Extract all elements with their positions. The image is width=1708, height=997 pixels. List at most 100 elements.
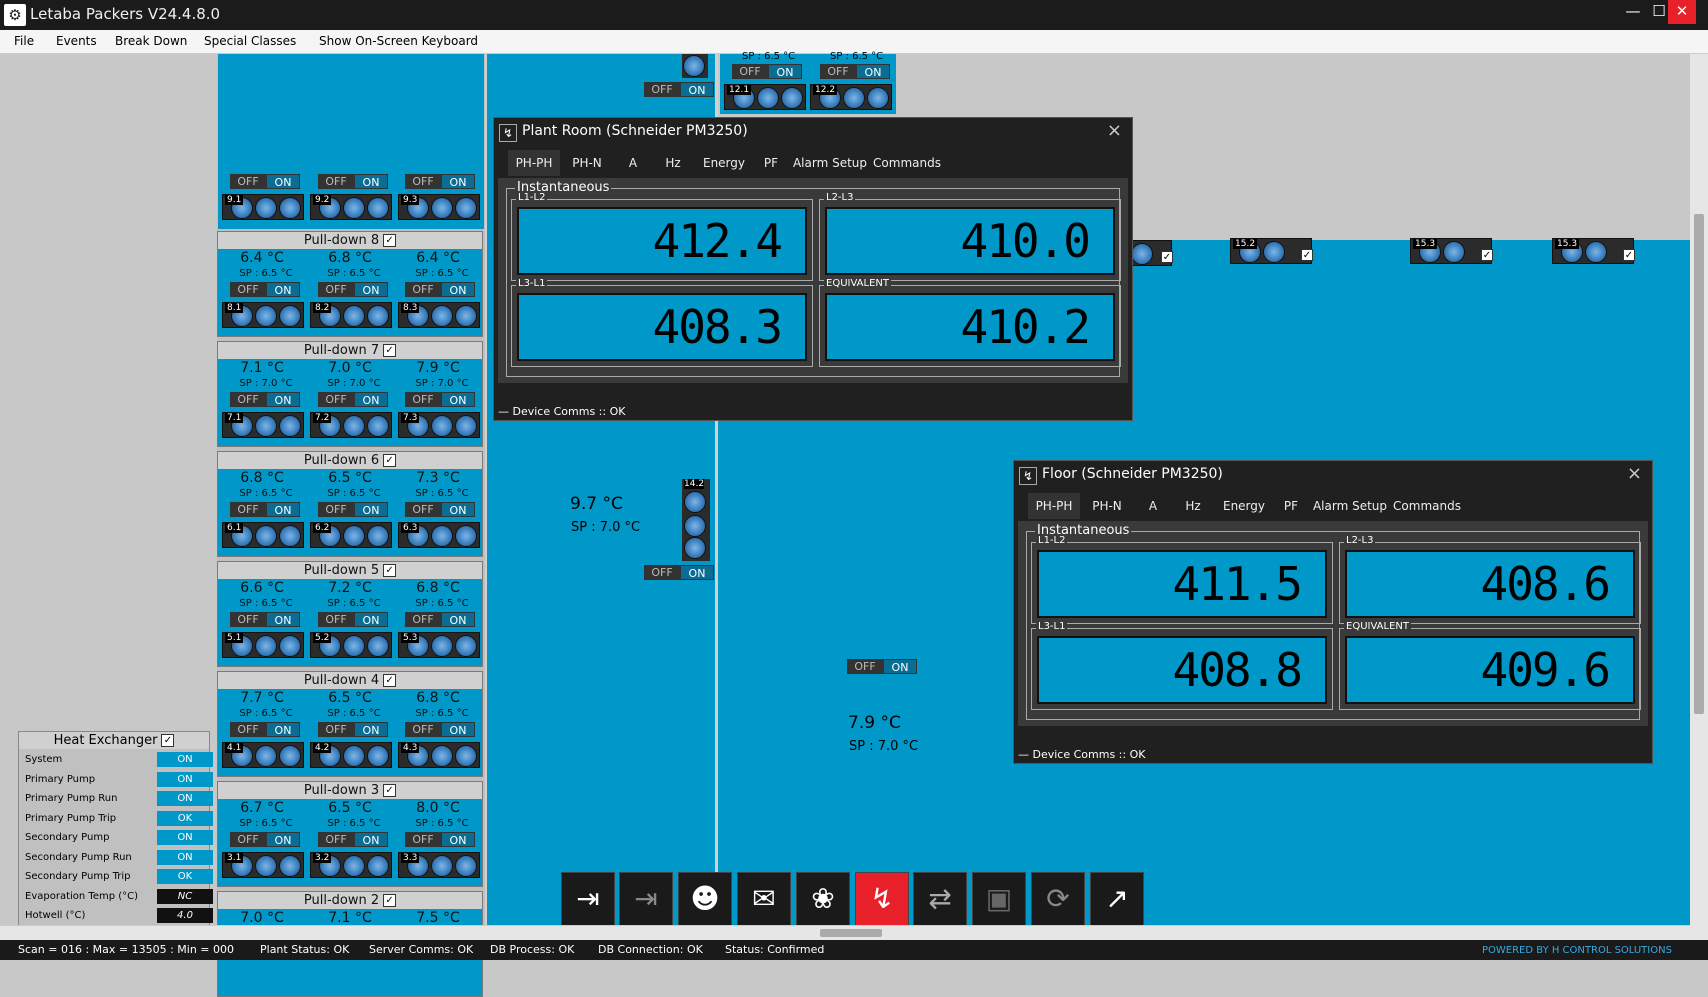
meter-tab[interactable]: Commands [872,150,942,176]
pulldown-toggle[interactable]: OFF ON [230,832,300,847]
meter-tab[interactable]: A [618,150,648,176]
save-icon[interactable]: ▣ [972,872,1026,926]
meter-tab[interactable]: Commands [1392,493,1462,519]
fan-group-12-1[interactable]: 12.1 [724,84,806,110]
pulldown-toggle[interactable]: OFF ON [405,502,475,517]
pulldown-checkbox[interactable]: ✓ [383,564,397,577]
meter-tab[interactable]: PH-N [1082,493,1132,519]
meter-tab[interactable]: Alarm Setup [1308,493,1392,519]
fan-group[interactable]: 5.1 [222,632,304,658]
toggle-12-2[interactable]: OFF ON [820,64,890,79]
pulldown-checkbox[interactable]: ✓ [383,454,397,467]
pulldown-toggle[interactable]: OFF ON [318,832,388,847]
mail-icon[interactable]: ✉ [737,872,791,926]
toggle-9-2[interactable]: OFF ON [318,174,388,189]
fan-group-12-2[interactable]: 12.2 [810,84,892,110]
fan-group[interactable]: 5.3 [398,632,480,658]
fan-group-9-2[interactable]: 9.2 [310,194,392,220]
menu-file[interactable]: File [14,34,34,48]
meter-tab[interactable]: Energy [1216,493,1272,519]
pulldown-checkbox[interactable]: ✓ [383,784,397,797]
fan-group-15-4[interactable]: ✓ 15.3 [1552,238,1635,264]
fan-group[interactable]: 6.2 [310,522,392,548]
fan-group-9-1[interactable]: 9.1 [222,194,304,220]
meter-tab[interactable]: PF [1276,493,1306,519]
meter-tab[interactable]: PH-PH [1028,493,1080,519]
menu-special-classes[interactable]: Special Classes [204,34,296,48]
login-icon[interactable]: ⇥ [561,872,615,926]
pulldown-toggle[interactable]: OFF ON [405,282,475,297]
horizontal-scroll-thumb[interactable] [820,929,882,937]
meter-tab[interactable]: PH-PH [508,150,560,176]
pulldown-toggle[interactable]: OFF ON [230,612,300,627]
pulldown-toggle[interactable]: OFF ON [318,282,388,297]
pulldown-toggle[interactable]: OFF ON [405,392,475,407]
pulldown-toggle[interactable]: OFF ON [230,722,300,737]
fan-group[interactable]: 8.1 [222,302,304,328]
pulldown-toggle[interactable]: OFF ON [405,612,475,627]
vertical-scrollbar[interactable] [1690,54,1708,940]
heat-exchanger-checkbox[interactable]: ✓ [161,734,175,747]
fan-group[interactable]: 7.3 [398,412,480,438]
fan-group-15-1[interactable]: ✓ [1128,240,1173,266]
menu-events[interactable]: Events [56,34,97,48]
pulldown-toggle[interactable]: OFF ON [318,502,388,517]
meter-tab[interactable]: Alarm Setup [788,150,872,176]
pulldown-checkbox[interactable]: ✓ [383,234,397,247]
fan-settings-icon[interactable]: ❀ [796,872,850,926]
pulldown-toggle[interactable]: OFF ON [318,612,388,627]
fan-group[interactable]: 6.3 [398,522,480,548]
pulldown-checkbox[interactable]: ✓ [383,894,397,907]
pulldown-toggle[interactable]: OFF ON [405,722,475,737]
fan-group[interactable]: 8.2 [310,302,392,328]
meter-tab[interactable]: PF [756,150,786,176]
meter-close-button[interactable]: × [1107,120,1122,141]
refresh-icon[interactable]: ⟳ [1031,872,1085,926]
menu-onscreen-keyboard[interactable]: Show On-Screen Keyboard [319,34,478,48]
pulldown-toggle[interactable]: OFF ON [318,392,388,407]
meter-tab[interactable]: Hz [1178,493,1208,519]
fan-group[interactable]: 4.2 [310,742,392,768]
user-settings-icon[interactable]: ☻ [678,872,732,926]
fan-group[interactable]: 3.3 [398,852,480,878]
toggle-9-1[interactable]: OFF ON [230,174,300,189]
pulldown-toggle[interactable]: OFF ON [405,832,475,847]
shuffle-icon[interactable]: ⇄ [913,872,967,926]
meter-tab[interactable]: PH-N [562,150,612,176]
pulldown-toggle[interactable]: OFF ON [318,722,388,737]
fan-group-14-2[interactable]: 14.2 [682,479,710,561]
fan-group-15-3[interactable]: ✓ 15.3 [1410,238,1493,264]
menu-break-down[interactable]: Break Down [115,34,187,48]
toggle-lower[interactable]: OFF ON [847,659,917,674]
toggle-9-3[interactable]: OFF ON [405,174,475,189]
toggle-top-center[interactable]: OFF ON [644,82,714,97]
fan-group-15-2[interactable]: ✓ 15.2 [1230,238,1313,264]
toggle-12-1[interactable]: OFF ON [732,64,802,79]
external-link-icon[interactable]: ↗ [1090,872,1144,926]
meter-tab[interactable]: Hz [658,150,688,176]
fan-top-center[interactable] [682,54,708,78]
fan-group[interactable]: 8.3 [398,302,480,328]
pulldown-checkbox[interactable]: ✓ [383,674,397,687]
pulldown-toggle[interactable]: OFF ON [230,502,300,517]
meter-close-button[interactable]: × [1627,463,1642,484]
fan-group[interactable]: 3.2 [310,852,392,878]
toggle-14-2[interactable]: OFF ON [644,565,714,580]
fan-group[interactable]: 5.2 [310,632,392,658]
close-button[interactable]: ✕ [1668,0,1696,24]
meter-tab[interactable]: Energy [696,150,752,176]
fan-group[interactable]: 7.2 [310,412,392,438]
power-alarm-icon[interactable]: ↯ [855,872,909,926]
fan-group[interactable]: 7.1 [222,412,304,438]
fan-group[interactable]: 4.3 [398,742,480,768]
fan-group-9-3[interactable]: 9.3 [398,194,480,220]
fan-group[interactable]: 4.1 [222,742,304,768]
pulldown-checkbox[interactable]: ✓ [383,344,397,357]
meter-tab[interactable]: A [1138,493,1168,519]
vertical-scroll-thumb[interactable] [1694,214,1704,714]
fan-group[interactable]: 6.1 [222,522,304,548]
pulldown-toggle[interactable]: OFF ON [230,392,300,407]
fan-group[interactable]: 3.1 [222,852,304,878]
pulldown-toggle[interactable]: OFF ON [230,282,300,297]
horizontal-scrollbar[interactable] [0,925,1690,940]
